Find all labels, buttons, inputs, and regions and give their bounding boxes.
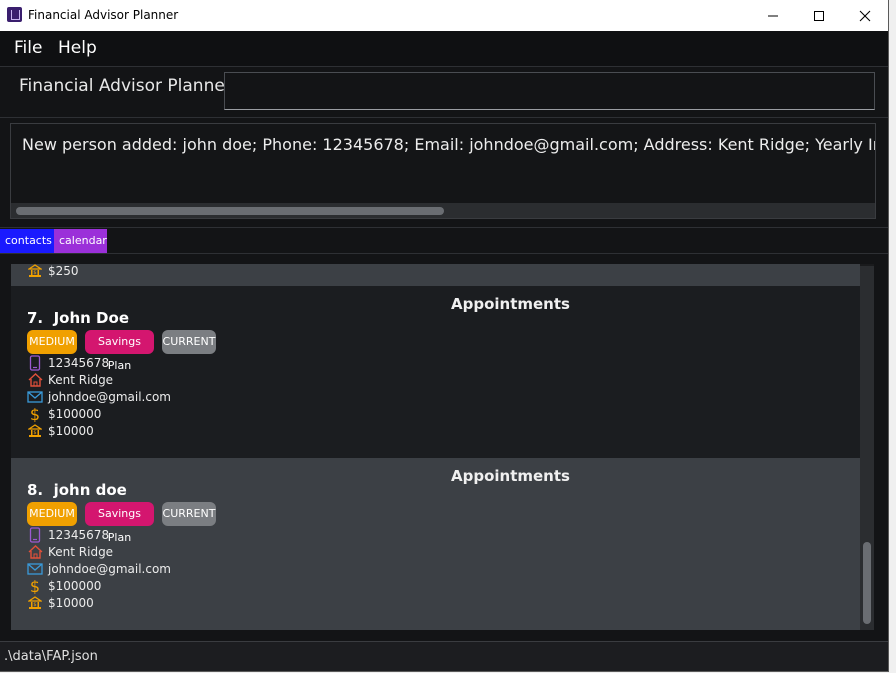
priority-tag: MEDIUM xyxy=(27,502,77,526)
phone-field: 12345678 xyxy=(27,354,109,371)
mail-icon xyxy=(27,561,43,577)
appointments-label: Appointments xyxy=(451,295,570,313)
status-bar: .\data\FAP.json xyxy=(0,641,888,671)
header-divider xyxy=(0,117,888,118)
result-horizontal-scrollbar[interactable] xyxy=(11,203,875,218)
address-field: Kent Ridge xyxy=(27,543,113,560)
appointments-label: Appointments xyxy=(451,467,570,485)
window-title: Financial Advisor Planner xyxy=(28,8,179,22)
priority-tag: MEDIUM xyxy=(27,330,77,354)
command-input[interactable] xyxy=(224,72,875,110)
savings-field: $ $10000 xyxy=(27,594,94,611)
savings-field: $ $10000 xyxy=(27,422,94,439)
tab-contacts[interactable]: contacts xyxy=(0,229,54,253)
home-icon xyxy=(27,372,43,388)
dollar-icon: $ xyxy=(27,406,43,422)
savings-value: $10000 xyxy=(48,595,94,610)
list-item[interactable]: $ $250 xyxy=(11,264,860,286)
menu-file[interactable]: File xyxy=(14,38,42,58)
menu-help[interactable]: Help xyxy=(58,38,97,58)
maximize-icon xyxy=(814,10,824,21)
phone-value: 12345678 xyxy=(48,527,110,542)
home-icon xyxy=(27,544,43,560)
result-display[interactable]: New person added: john doe; Phone: 12345… xyxy=(10,123,876,219)
tabs-divider xyxy=(0,253,888,254)
close-button[interactable] xyxy=(842,0,888,31)
email-value: johndoe@gmail.com xyxy=(48,389,171,404)
close-icon xyxy=(859,10,871,21)
person-name: 8. john doe xyxy=(27,481,127,499)
phone-icon xyxy=(27,354,43,371)
email-field: johndoe@gmail.com xyxy=(27,388,171,405)
menu-bar: File Help xyxy=(0,31,888,66)
person-name-text: john doe xyxy=(53,481,127,499)
address-value: Kent Ridge xyxy=(48,544,114,559)
phone-field: 12345678 xyxy=(27,526,109,543)
app-logo-icon xyxy=(7,7,22,22)
dollar-icon: $ xyxy=(27,578,43,594)
data-file-path: .\data\FAP.json xyxy=(4,649,98,664)
address-field: Kent Ridge xyxy=(27,371,113,388)
address-value: Kent Ridge xyxy=(48,372,114,387)
phone-icon xyxy=(27,526,43,543)
status-tag: CURRENT xyxy=(162,330,216,354)
email-value: johndoe@gmail.com xyxy=(48,561,171,576)
svg-text:$: $ xyxy=(30,578,40,594)
income-field: $ $100000 xyxy=(27,405,102,422)
bank-icon: $ xyxy=(27,264,43,279)
income-value: $100000 xyxy=(48,578,102,593)
title-bar: Financial Advisor Planner xyxy=(0,0,888,31)
plan-tag: Savings Plan xyxy=(85,330,154,372)
result-divider xyxy=(0,227,888,228)
list-item[interactable]: Appointments 8. john doe MEDIUM Savings … xyxy=(11,458,860,630)
menu-divider xyxy=(0,66,888,67)
savings-field: $ $250 xyxy=(27,264,79,279)
mail-icon xyxy=(27,389,43,405)
tab-calendar[interactable]: calendar xyxy=(54,229,107,253)
bank-icon: $ xyxy=(27,595,43,611)
person-name: 7. John Doe xyxy=(27,309,129,327)
income-value: $100000 xyxy=(48,406,102,421)
income-field: $ $100000 xyxy=(27,577,102,594)
minimize-button[interactable] xyxy=(750,0,796,31)
app-window: Financial Advisor Planner File Help Fina… xyxy=(0,0,889,672)
bank-icon: $ xyxy=(27,423,43,439)
person-index: 8. xyxy=(27,481,44,499)
person-name-text: John Doe xyxy=(53,309,129,327)
result-message: New person added: john doe; Phone: 12345… xyxy=(22,135,875,154)
plan-tag: Savings Plan xyxy=(85,502,154,544)
svg-text:$: $ xyxy=(33,270,36,276)
savings-value: $10000 xyxy=(48,423,94,438)
list-item[interactable]: Appointments 7. John Doe MEDIUM Savings … xyxy=(11,286,860,458)
savings-value: $250 xyxy=(48,264,79,278)
result-scroll-thumb[interactable] xyxy=(16,207,444,215)
maximize-button[interactable] xyxy=(796,0,842,31)
svg-text:$: $ xyxy=(30,406,40,422)
svg-text:$: $ xyxy=(33,602,36,608)
minimize-icon xyxy=(768,15,778,16)
person-index: 7. xyxy=(27,309,44,327)
status-tag: CURRENT xyxy=(162,502,216,526)
list-vertical-scrollbar[interactable] xyxy=(860,266,874,630)
email-field: johndoe@gmail.com xyxy=(27,560,171,577)
list-scroll-thumb[interactable] xyxy=(863,542,871,624)
app-header-title: Financial Advisor Planner xyxy=(19,76,232,96)
person-list[interactable]: $ $250 Appointments 7. John Doe MEDIUM S… xyxy=(11,264,874,630)
svg-text:$: $ xyxy=(33,430,36,436)
phone-value: 12345678 xyxy=(48,355,110,370)
